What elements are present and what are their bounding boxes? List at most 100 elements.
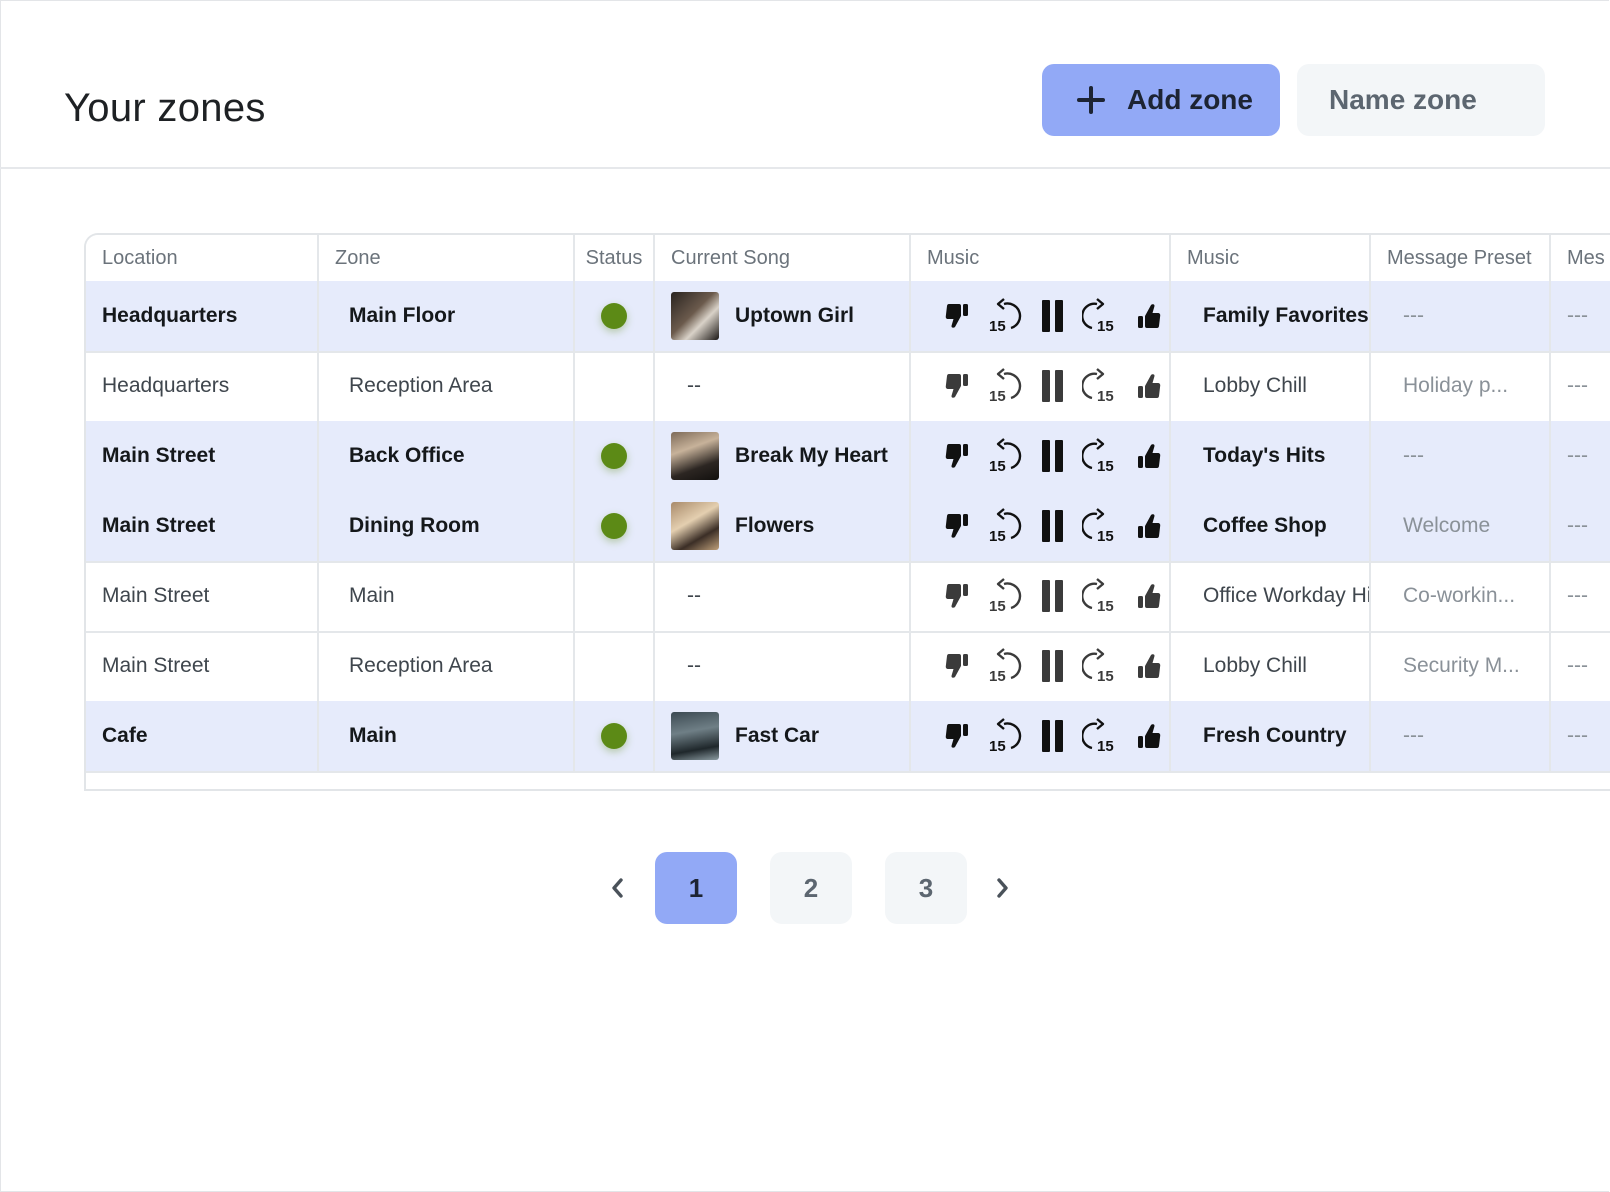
thumbs-up-icon[interactable] <box>1125 504 1169 548</box>
table-row[interactable]: Headquarters Reception Area -- 15 15 Lobby Ch… <box>86 351 1610 423</box>
svg-text:15: 15 <box>989 738 1006 754</box>
column-header-location[interactable]: Location <box>86 235 319 281</box>
svg-text:15: 15 <box>1097 668 1114 684</box>
thumbs-up-icon[interactable] <box>1125 434 1169 478</box>
column-header-music-controls[interactable]: Music <box>911 235 1171 281</box>
music-controls-cell: 15 15 <box>911 701 1171 771</box>
forward-15-icon[interactable]: 15 <box>1077 364 1125 408</box>
rewind-15-icon[interactable]: 15 <box>981 644 1029 688</box>
forward-15-icon[interactable]: 15 <box>1077 574 1125 618</box>
table-row[interactable]: Main Street Dining Room Flowers 15 15 Coffee … <box>86 491 1610 563</box>
column-header-message[interactable]: Mes <box>1551 235 1610 281</box>
music-controls-cell: 15 15 <box>911 631 1171 701</box>
pause-icon[interactable] <box>1029 364 1077 408</box>
forward-15-icon[interactable]: 15 <box>1077 434 1125 478</box>
message-preset-cell[interactable]: --- <box>1371 281 1551 351</box>
thumbs-down-icon[interactable] <box>933 644 981 688</box>
thumbs-down-icon[interactable] <box>933 364 981 408</box>
album-art-thumbnail <box>671 502 719 550</box>
status-cell <box>575 631 655 701</box>
pause-icon[interactable] <box>1029 434 1077 478</box>
chevron-left-icon[interactable] <box>600 870 636 906</box>
message-preset-cell[interactable]: --- <box>1371 701 1551 771</box>
music-playlist-cell[interactable]: Lobby Chill <box>1171 351 1371 421</box>
page-button-2[interactable]: 2 <box>770 852 852 924</box>
table-row[interactable]: Main Street Back Office Break My Heart 15 15… <box>86 421 1610 493</box>
rewind-15-icon[interactable]: 15 <box>981 364 1029 408</box>
rewind-15-icon[interactable]: 15 <box>981 504 1029 548</box>
thumbs-down-icon[interactable] <box>933 294 981 338</box>
pause-icon[interactable] <box>1029 714 1077 758</box>
forward-15-icon[interactable]: 15 <box>1077 294 1125 338</box>
column-header-zone[interactable]: Zone <box>319 235 575 281</box>
thumbs-up-icon[interactable] <box>1125 714 1169 758</box>
name-zone-button[interactable]: Name zone <box>1297 64 1545 136</box>
zone-cell: Main <box>319 561 575 631</box>
thumbs-down-icon[interactable] <box>933 504 981 548</box>
rewind-15-icon[interactable]: 15 <box>981 714 1029 758</box>
current-song-cell: Flowers <box>655 491 911 561</box>
location-cell: Cafe <box>86 701 319 771</box>
current-song-empty: -- <box>687 654 701 677</box>
current-song-cell: -- <box>655 351 911 421</box>
thumbs-up-icon[interactable] <box>1125 574 1169 618</box>
thumbs-down-icon[interactable] <box>933 574 981 618</box>
table-row[interactable]: Main Street Main -- 15 15 Office Workday Hi Co… <box>86 561 1610 633</box>
rewind-15-icon[interactable]: 15 <box>981 294 1029 338</box>
thumbs-down-icon[interactable] <box>933 714 981 758</box>
table-row[interactable]: Cafe Main Fast Car 15 15 Fresh Country --- --- <box>86 701 1610 773</box>
music-playlist-cell[interactable]: Fresh Country <box>1171 701 1371 771</box>
current-song-empty: -- <box>687 584 701 607</box>
pause-icon[interactable] <box>1029 644 1077 688</box>
current-song-cell: Break My Heart <box>655 421 911 491</box>
page-button-3[interactable]: 3 <box>885 852 967 924</box>
column-header-status[interactable]: Status <box>575 235 655 281</box>
pause-icon[interactable] <box>1029 294 1077 338</box>
forward-15-icon[interactable]: 15 <box>1077 644 1125 688</box>
chevron-right-icon[interactable] <box>984 870 1020 906</box>
svg-text:15: 15 <box>989 598 1006 614</box>
message-preset-cell[interactable]: Holiday p... <box>1371 351 1551 421</box>
current-song-cell: -- <box>655 561 911 631</box>
pause-icon[interactable] <box>1029 574 1077 618</box>
svg-text:15: 15 <box>989 528 1006 544</box>
zone-cell: Reception Area <box>319 631 575 701</box>
message-cell: --- <box>1567 654 1588 677</box>
table-row[interactable]: Headquarters Main Floor Uptown Girl 15 15 Fam… <box>86 281 1610 353</box>
column-header-music[interactable]: Music <box>1171 235 1371 281</box>
zone-cell: Reception Area <box>319 351 575 421</box>
status-online-indicator <box>601 723 627 749</box>
add-zone-button[interactable]: Add zone <box>1042 64 1280 136</box>
album-art-thumbnail <box>671 712 719 760</box>
rewind-15-icon[interactable]: 15 <box>981 434 1029 478</box>
forward-15-icon[interactable]: 15 <box>1077 504 1125 548</box>
thumbs-down-icon[interactable] <box>933 434 981 478</box>
status-cell <box>575 281 655 351</box>
music-playlist-cell[interactable]: Today's Hits <box>1171 421 1371 491</box>
rewind-15-icon[interactable]: 15 <box>981 574 1029 618</box>
current-song-cell: Uptown Girl <box>655 281 911 351</box>
column-header-message-preset[interactable]: Message Preset <box>1371 235 1551 281</box>
column-header-current-song[interactable]: Current Song <box>655 235 911 281</box>
pause-icon[interactable] <box>1029 504 1077 548</box>
location-cell: Main Street <box>86 631 319 701</box>
svg-text:15: 15 <box>989 388 1006 404</box>
status-cell <box>575 561 655 631</box>
music-controls-cell: 15 15 <box>911 491 1171 561</box>
page-button-1[interactable]: 1 <box>655 852 737 924</box>
svg-text:15: 15 <box>1097 388 1114 404</box>
forward-15-icon[interactable]: 15 <box>1077 714 1125 758</box>
message-preset-cell[interactable]: Co-workin... <box>1371 561 1551 631</box>
message-preset-cell[interactable]: --- <box>1371 421 1551 491</box>
thumbs-up-icon[interactable] <box>1125 294 1169 338</box>
message-preset-cell[interactable]: Welcome <box>1371 491 1551 561</box>
music-controls-cell: 15 15 <box>911 281 1171 351</box>
thumbs-up-icon[interactable] <box>1125 364 1169 408</box>
table-row[interactable]: Main Street Reception Area -- 15 15 Lobby Chi… <box>86 631 1610 703</box>
music-playlist-cell[interactable]: Office Workday Hi <box>1171 561 1371 631</box>
music-playlist-cell[interactable]: Coffee Shop <box>1171 491 1371 561</box>
music-playlist-cell[interactable]: Family Favorites <box>1171 281 1371 351</box>
music-playlist-cell[interactable]: Lobby Chill <box>1171 631 1371 701</box>
message-preset-cell[interactable]: Security M... <box>1371 631 1551 701</box>
thumbs-up-icon[interactable] <box>1125 644 1169 688</box>
